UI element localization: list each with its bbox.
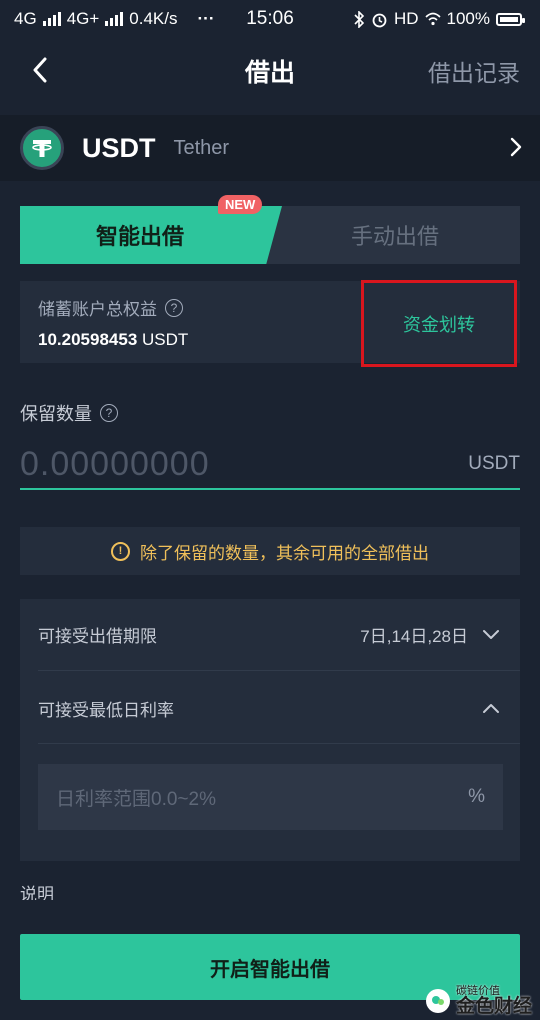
battery-percent: 100% (446, 9, 490, 28)
tab-manual-lending[interactable]: 手动出借 (270, 206, 520, 264)
notice-text: 除了保留的数量，其余可用的全部借出 (140, 543, 429, 563)
mode-tabs: 智能出借 手动出借 (20, 206, 520, 264)
daily-rate-placeholder: 日利率范围0.0~2% (56, 788, 216, 810)
reserve-label: 保留数量 (20, 404, 92, 424)
min-rate-row[interactable]: 可接受最低日利率 (20, 673, 520, 743)
tether-logo-icon (20, 126, 64, 170)
daily-rate-input[interactable]: 日利率范围0.0~2% % (38, 764, 503, 830)
lending-period-value: 7日,14日,28日 (360, 626, 468, 646)
fund-transfer-button[interactable]: 资金划转 (361, 280, 517, 367)
start-smart-lending-label: 开启智能出借 (210, 958, 330, 981)
notice-bar: ! 除了保留的数量，其余可用的全部借出 (20, 527, 520, 575)
wifi-4g-icon (424, 12, 441, 26)
nav-bar: 借出 借出记录 (0, 38, 540, 104)
network-2-label: 4G+ (66, 9, 100, 28)
divider (38, 743, 520, 744)
page-title: 借出 (244, 59, 295, 87)
equity-unit: USDT (142, 330, 189, 349)
reserve-label-row: 保留数量 ? (20, 400, 118, 426)
reserve-unit: USDT (468, 453, 520, 474)
back-button[interactable] (22, 52, 58, 88)
status-right: HD 100% (353, 9, 525, 29)
watermark-big: 金色财经 (455, 996, 532, 1017)
help-icon[interactable]: ? (100, 404, 118, 422)
tab-smart-lending[interactable]: 智能出借 (20, 206, 282, 264)
chevron-down-icon (483, 629, 499, 639)
lending-options-card: 可接受出借期限 7日,14日,28日 可接受最低日利率 日利率范围0.0~2% … (20, 599, 520, 861)
status-left: 4G 4G+ 0.4K/s ··· (14, 9, 214, 29)
network-1-label: 4G (14, 9, 37, 28)
watermark-text: 碳链价值 金色财经 (455, 986, 532, 1017)
lending-period-row[interactable]: 可接受出借期限 7日,14日,28日 (20, 599, 520, 669)
coin-name: Tether (173, 136, 230, 159)
fund-transfer-label: 资金划转 (403, 314, 475, 335)
signal-icon (105, 12, 124, 26)
divider (38, 670, 520, 671)
more-dots-icon: ··· (197, 9, 215, 28)
reserve-placeholder: 0.00000000 (20, 444, 210, 483)
instructions-heading: 说明 (20, 885, 54, 900)
equity-value: 10.20598453 (38, 330, 138, 349)
watermark: 碳链价值 金色财经 (425, 986, 532, 1017)
chevron-up-icon (483, 703, 499, 713)
daily-rate-unit: % (468, 786, 485, 807)
reserve-amount-input[interactable]: 0.00000000 USDT (20, 440, 520, 490)
lending-period-label: 可接受出借期限 (38, 626, 157, 646)
battery-icon (496, 12, 525, 26)
equity-label: 储蓄账户总权益 (38, 300, 157, 319)
status-bar: 4G 4G+ 0.4K/s ··· 15:06 HD 100% (0, 0, 540, 38)
equity-value-row: 10.20598453 USDT (38, 330, 188, 350)
chevron-left-icon (33, 57, 47, 83)
coin-selector[interactable]: USDT Tether (0, 115, 540, 181)
chevron-right-icon (510, 137, 522, 157)
new-badge: NEW (218, 195, 263, 214)
lending-period-value-group: 7日,14日,28日 (360, 622, 500, 647)
equity-label-row: 储蓄账户总权益 ? (38, 295, 183, 320)
signal-icon (42, 12, 61, 26)
watermark-logo-icon (425, 989, 450, 1013)
info-icon: ! (111, 541, 130, 561)
help-icon[interactable]: ? (165, 298, 183, 317)
hd-label: HD (393, 9, 419, 28)
min-rate-label: 可接受最低日利率 (38, 700, 174, 720)
alarm-icon (372, 13, 387, 27)
lend-records-link[interactable]: 借出记录 (428, 54, 520, 88)
bluetooth-icon (354, 10, 365, 28)
network-speed: 0.4K/s (129, 9, 178, 28)
coin-symbol: USDT (82, 132, 156, 163)
